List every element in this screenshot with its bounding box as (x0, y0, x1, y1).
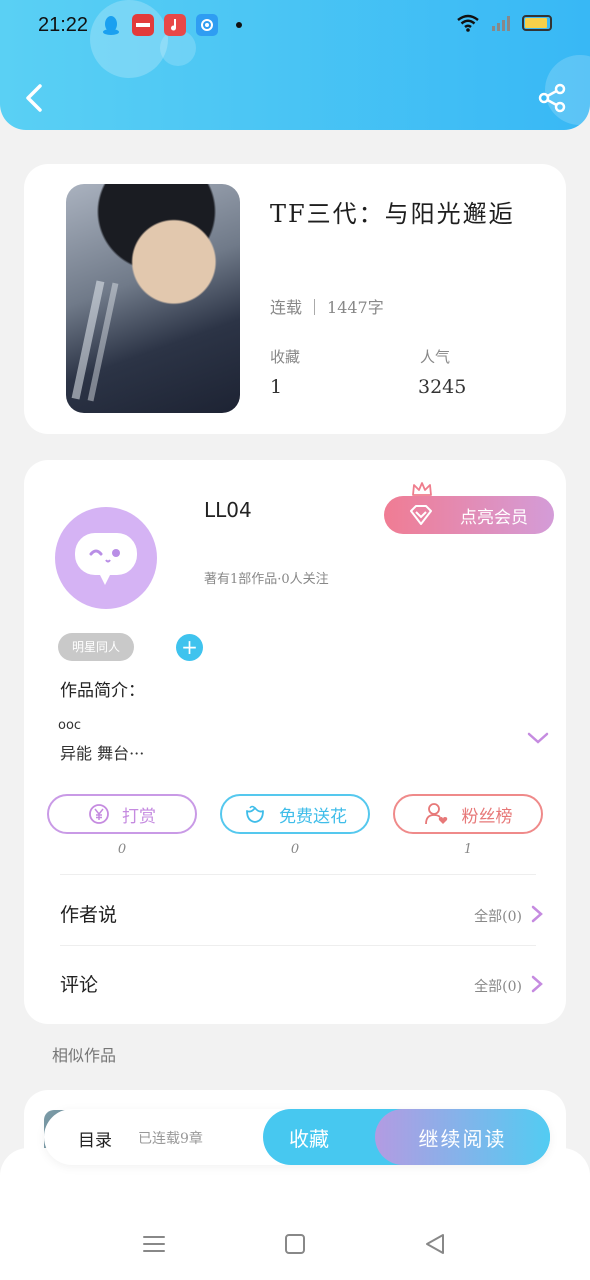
chevron-right-icon[interactable] (530, 904, 544, 924)
notification-dot-icon (236, 22, 242, 28)
book-title: TF三代：与阳光邂逅 (270, 200, 515, 228)
tip-label: 打赏 (122, 806, 156, 827)
tip-count: 0 (117, 842, 127, 857)
chapter-info: 已连载9章 (138, 1131, 203, 1147)
qq-icon (100, 14, 122, 36)
share-button[interactable] (536, 82, 568, 114)
back-button[interactable] (20, 80, 50, 116)
chevron-down-icon[interactable] (526, 730, 550, 746)
flower-count: 0 (290, 842, 300, 857)
tag-pill[interactable]: 明星同人 (58, 633, 135, 661)
popularity-value: 3245 (418, 376, 467, 398)
author-meta: 著有1部作品·0人关注 (204, 572, 329, 587)
diamond-icon (410, 505, 432, 525)
camera-icon (196, 14, 218, 36)
menu-icon[interactable] (140, 1230, 168, 1258)
divider (314, 299, 316, 315)
back-triangle-icon[interactable] (421, 1230, 449, 1258)
yuan-coin-icon (89, 804, 109, 824)
system-status (456, 14, 552, 32)
author-notes-label[interactable]: 作者说 (60, 900, 117, 927)
similar-works-label: 相似作品 (52, 1046, 117, 1065)
favorites-label: 收藏 (270, 348, 301, 366)
fan-ranking-button[interactable]: 粉丝榜 (393, 794, 543, 834)
battery-icon (522, 15, 552, 31)
status-time: 21:22 (38, 14, 89, 36)
bottom-action-bar: 目录 已连载9章 收藏 继续阅读 (44, 1109, 550, 1165)
avatar[interactable] (55, 507, 157, 609)
book-status: 连载 (270, 298, 303, 317)
author-notes-all[interactable]: 全部(0) (474, 906, 522, 926)
intro-text-line: ooc (58, 718, 82, 733)
send-flower-label: 免费送花 (279, 806, 347, 827)
flower-icon (246, 805, 264, 823)
signal-icon (492, 16, 510, 31)
notification-icons (100, 14, 242, 36)
vip-button[interactable]: 点亮会员 (384, 496, 554, 534)
table-of-contents-button[interactable]: 目录 (78, 1126, 112, 1151)
divider (60, 874, 536, 875)
share-icon (538, 83, 566, 113)
tip-button[interactable]: 打赏 (47, 794, 197, 834)
wifi-icon (457, 14, 479, 32)
book-status-line: 连载 1447字 (270, 294, 384, 318)
favorites-value: 1 (270, 376, 283, 398)
add-tag-button[interactable]: + (176, 634, 203, 661)
divider (60, 945, 536, 946)
send-flower-button[interactable]: 免费送花 (220, 794, 370, 834)
chevron-left-icon (26, 84, 42, 112)
favorite-button-label: 收藏 (289, 1127, 329, 1151)
header: 21:22 (0, 0, 590, 130)
word-count: 1447字 (327, 298, 384, 317)
fan-ranking-label: 粉丝榜 (461, 806, 513, 827)
book-cover[interactable] (66, 184, 240, 413)
author-name[interactable]: LL04 (204, 498, 252, 522)
comments-all[interactable]: 全部(0) (474, 976, 522, 996)
comments-label[interactable]: 评论 (60, 970, 98, 997)
xiaohongshu-icon (132, 14, 154, 36)
vip-button-label: 点亮会员 (460, 507, 528, 528)
fan-count: 1 (463, 842, 473, 857)
chat-bubble-avatar-icon (75, 533, 137, 585)
intro-text-line: 异能 舞台··· (60, 744, 145, 763)
music-icon (164, 14, 186, 36)
home-icon[interactable] (281, 1230, 309, 1258)
fan-person-icon (424, 803, 447, 825)
chevron-right-icon[interactable] (530, 974, 544, 994)
status-bar: 21:22 (0, 0, 590, 52)
intro-label: 作品简介： (60, 681, 145, 701)
popularity-label: 人气 (420, 348, 451, 366)
book-info-card: TF三代：与阳光邂逅 连载 1447字 收藏 1 人气 3245 (24, 164, 566, 434)
system-nav-bar (0, 1222, 590, 1266)
continue-reading-button[interactable]: 继续阅读 (375, 1109, 550, 1165)
author-card: LL04 著有1部作品·0人关注 点亮会员 明星同人 + 作品简介： ooc 异… (24, 460, 566, 1024)
